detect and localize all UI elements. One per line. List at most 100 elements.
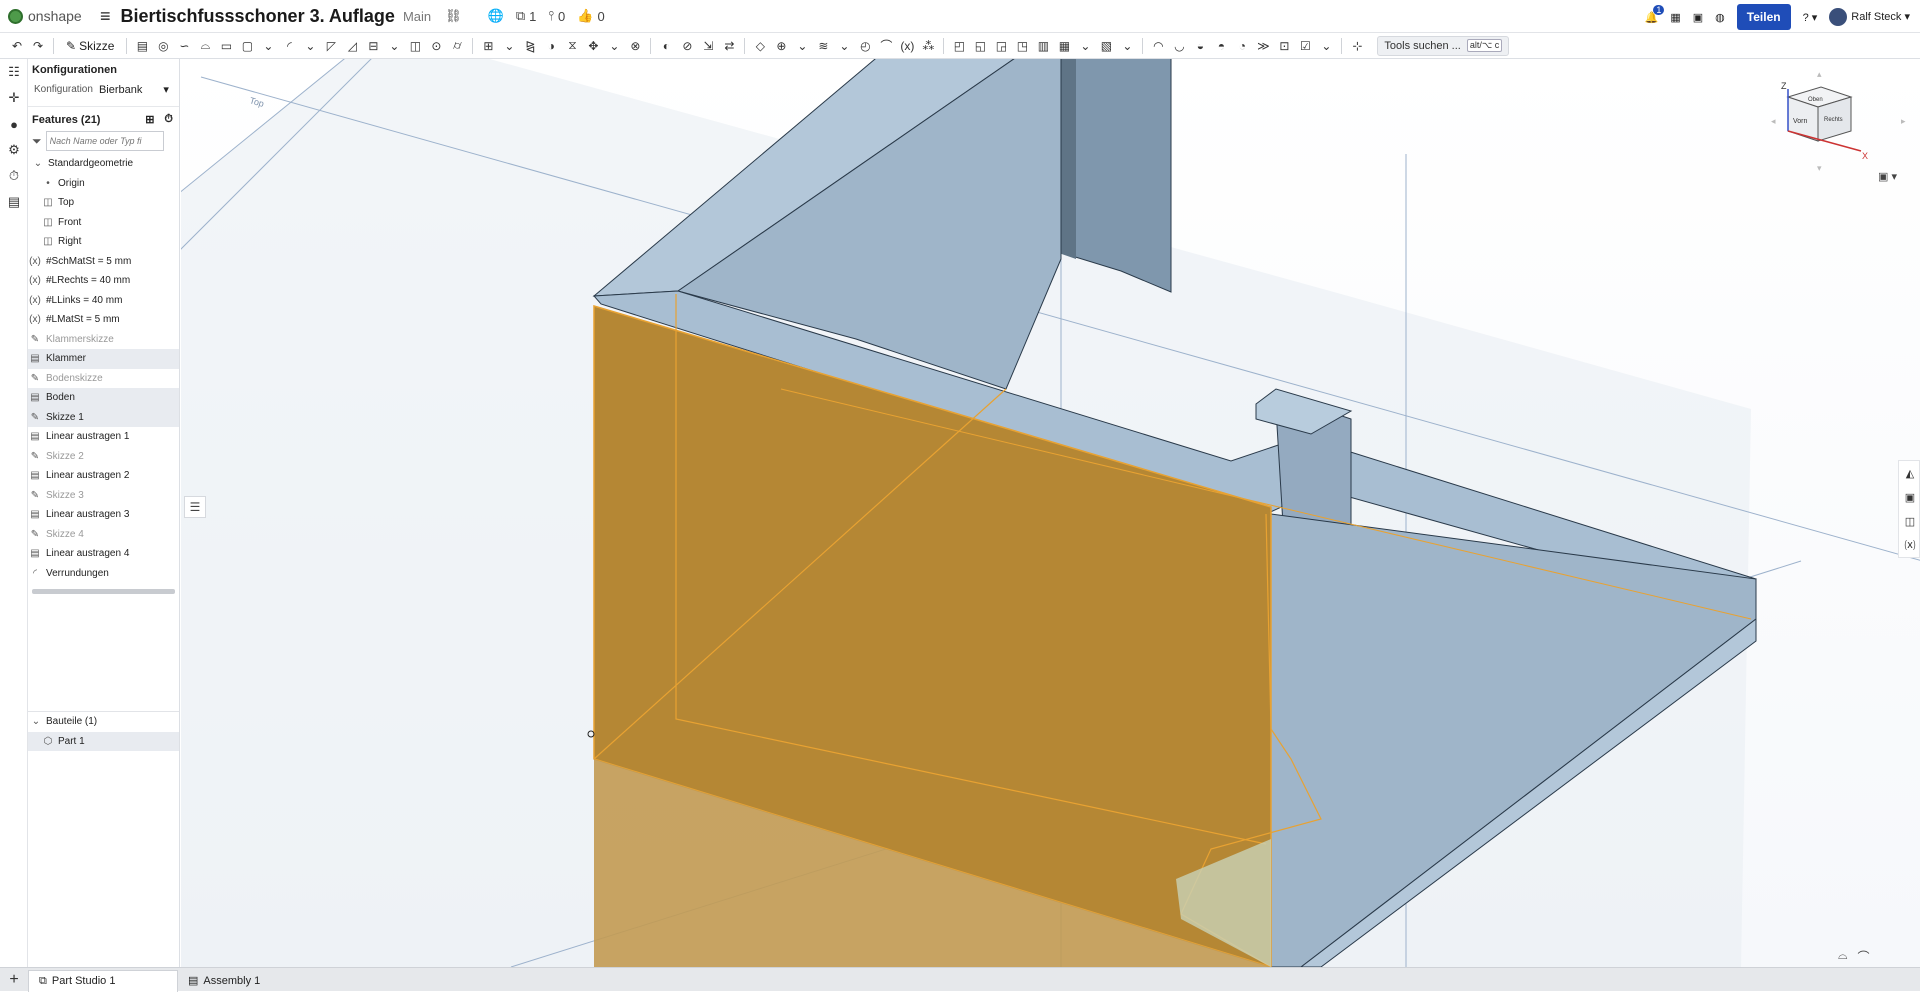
fillet-icon[interactable]: ◜ xyxy=(280,37,298,55)
flange-icon[interactable]: ◱ xyxy=(971,37,989,55)
view-mode-menu[interactable]: ▣ ▾ xyxy=(1878,170,1897,183)
sheet-metal-icon[interactable]: ◰ xyxy=(950,37,968,55)
variables-panel-icon[interactable]: ⒳ xyxy=(1899,533,1920,557)
revolve-icon[interactable]: ◎ xyxy=(154,37,172,55)
feature-filter-input[interactable] xyxy=(45,131,164,151)
feature-item[interactable]: (x) #LMatSt = 5 mm xyxy=(28,310,179,330)
ruled-surface-icon[interactable]: ◡ xyxy=(1170,37,1188,55)
tree-item-origin[interactable]: • Origin xyxy=(28,174,179,194)
offset-surface-icon[interactable]: ◔ xyxy=(1233,37,1251,55)
zoom-tool-icon[interactable]: ⌒ xyxy=(1858,948,1870,965)
feature-list-icon[interactable]: ☷ xyxy=(0,59,28,85)
feature-item[interactable]: ✎ Skizze 1 xyxy=(28,407,179,427)
move-face-icon[interactable]: ⇲ xyxy=(699,37,717,55)
move-manipulator-icon[interactable]: ✛ xyxy=(0,85,28,111)
filter-icon[interactable]: ⏷ xyxy=(32,134,42,149)
document-info-icon[interactable]: ▦ xyxy=(1670,11,1680,24)
boundary-surface-icon[interactable]: ◒ xyxy=(1191,37,1209,55)
user-menu[interactable]: Ralf Steck ▾ xyxy=(1829,8,1910,26)
bridging-curve-icon[interactable]: ⌒ xyxy=(877,37,895,55)
chevron-down-icon[interactable]: ⌄ xyxy=(1118,37,1136,55)
chamfer-icon[interactable]: ◸ xyxy=(322,37,340,55)
plane-icon[interactable]: ◇ xyxy=(751,37,769,55)
tree-item-top[interactable]: ◫ Top xyxy=(28,193,179,213)
history-icon[interactable]: ⏱ xyxy=(0,163,28,189)
surface-icon[interactable]: ◠ xyxy=(1149,37,1167,55)
model-view[interactable]: Top Oben Vorn Rechts Z X ◂ ▸ ▴ ▾ xyxy=(181,59,1920,967)
feature-item[interactable]: (x) #LRechts = 40 mm xyxy=(28,271,179,291)
helix-icon[interactable]: ≋ xyxy=(814,37,832,55)
bend-icon[interactable]: ◳ xyxy=(1013,37,1031,55)
thicken-icon[interactable]: ▭ xyxy=(217,37,235,55)
sketch-button[interactable]: ✎ Skizze xyxy=(60,39,120,53)
notifications-button[interactable]: 🔔 1 xyxy=(1645,4,1665,24)
variable-icon[interactable]: (x) xyxy=(898,37,916,55)
rib-icon[interactable]: ⊟ xyxy=(364,37,382,55)
chevron-down-icon[interactable]: ⌄ xyxy=(835,37,853,55)
rotate-up-icon[interactable]: ▴ xyxy=(1817,69,1822,79)
rollback-icon[interactable]: ⏱ xyxy=(164,113,173,126)
form-icon[interactable]: ▥ xyxy=(1034,37,1052,55)
split-icon[interactable]: ⧖ xyxy=(563,37,581,55)
share-button[interactable]: Teilen xyxy=(1736,4,1791,30)
mirror-icon[interactable]: ⧎ xyxy=(521,37,539,55)
extrude-icon[interactable]: ▤ xyxy=(133,37,151,55)
link-icon[interactable]: ⛓ xyxy=(445,8,462,24)
feature-item[interactable]: ◜ Verrundungen xyxy=(28,564,179,584)
feature-item[interactable]: ▤ Linear austragen 2 xyxy=(28,466,179,486)
app-store-icon[interactable]: ▣ xyxy=(1693,11,1703,24)
feature-item[interactable]: ✎ Skizze 2 xyxy=(28,447,179,467)
view-cube[interactable]: Oben Vorn Rechts Z X ◂ ▸ ▴ ▾ xyxy=(1771,69,1906,173)
feature-item[interactable]: ✎ Skizze 3 xyxy=(28,486,179,506)
add-tab-button[interactable]: + xyxy=(0,968,28,992)
versions-button[interactable]: ⧉ 1 xyxy=(516,8,537,24)
replace-face-icon[interactable]: ⇄ xyxy=(720,37,738,55)
chevron-down-icon[interactable]: ⌄ xyxy=(301,37,319,55)
mass-properties-icon[interactable]: ▣ xyxy=(1899,485,1920,509)
hole-icon[interactable]: ⊙ xyxy=(427,37,445,55)
measure-tool-icon[interactable]: ⌓ xyxy=(1838,948,1848,965)
corner-icon[interactable]: ▦ xyxy=(1055,37,1073,55)
loft-icon[interactable]: ⌓ xyxy=(196,37,214,55)
document-title[interactable]: Biertischfussschoner 3. Auflage xyxy=(121,6,395,27)
tree-item-right[interactable]: ◫ Right xyxy=(28,232,179,252)
enclose-icon[interactable]: ▢ xyxy=(238,37,256,55)
graphics-viewport[interactable]: Top Oben Vorn Rechts Z X ◂ ▸ ▴ ▾ xyxy=(181,59,1920,967)
redo-icon[interactable]: ↷ xyxy=(29,37,47,55)
delete-face-icon[interactable]: ⊘ xyxy=(678,37,696,55)
mate-connector-icon[interactable]: ⊕ xyxy=(772,37,790,55)
chevron-down-icon[interactable]: ⌄ xyxy=(259,37,277,55)
parts-icon[interactable]: ⚙ xyxy=(0,137,28,163)
tab-icon[interactable]: ◲ xyxy=(992,37,1010,55)
feature-item[interactable]: ▤ Boden xyxy=(28,388,179,408)
feature-item[interactable]: (x) #LLinks = 40 mm xyxy=(28,291,179,311)
boolean-icon[interactable]: ◑ xyxy=(542,37,560,55)
tab-assembly-1[interactable]: ▤ Assembly 1 xyxy=(178,970,270,992)
feature-item[interactable]: ✎ Klammerskizze xyxy=(28,330,179,350)
shell-icon[interactable]: ◫ xyxy=(406,37,424,55)
rotate-right-icon[interactable]: ▸ xyxy=(1901,116,1906,126)
comments-icon[interactable]: ● xyxy=(0,111,28,137)
feature-list-scrollbar[interactable] xyxy=(32,589,175,594)
bill-of-materials-icon[interactable]: ▤ xyxy=(0,189,28,215)
tools-search[interactable]: Tools suchen ... alt/⌥ c xyxy=(1377,35,1510,56)
feature-item[interactable]: ✎ Skizze 4 xyxy=(28,525,179,545)
pattern-icon[interactable]: ⊞ xyxy=(479,37,497,55)
parts-heading-row[interactable]: ⌄ Bauteile (1) xyxy=(28,712,179,732)
add-folder-icon[interactable]: ⊞ xyxy=(145,113,154,126)
feature-item[interactable]: ▤ Klammer xyxy=(28,349,179,369)
fit-spline-icon[interactable]: ◴ xyxy=(856,37,874,55)
custom-feature-icon[interactable]: ⊹ xyxy=(1348,37,1366,55)
chevron-down-icon[interactable]: ⌄ xyxy=(793,37,811,55)
check-icon[interactable]: ☑ xyxy=(1296,37,1314,55)
standard-geometry-group[interactable]: ⌄ Standardgeometrie xyxy=(28,154,179,174)
globe-icon[interactable]: 🌐 xyxy=(488,8,504,24)
feature-tree-toggle-icon[interactable]: ☰ xyxy=(184,496,206,518)
tree-item-front[interactable]: ◫ Front xyxy=(28,213,179,233)
help-button[interactable]: ? ▾ xyxy=(1803,11,1818,24)
feature-item[interactable]: ▤ Linear austragen 1 xyxy=(28,427,179,447)
appearance-icon[interactable]: ◭ xyxy=(1899,461,1920,485)
rotate-left-icon[interactable]: ◂ xyxy=(1771,116,1776,126)
transform-icon[interactable]: ✥ xyxy=(584,37,602,55)
likes-button[interactable]: 👍 0 xyxy=(577,8,604,24)
